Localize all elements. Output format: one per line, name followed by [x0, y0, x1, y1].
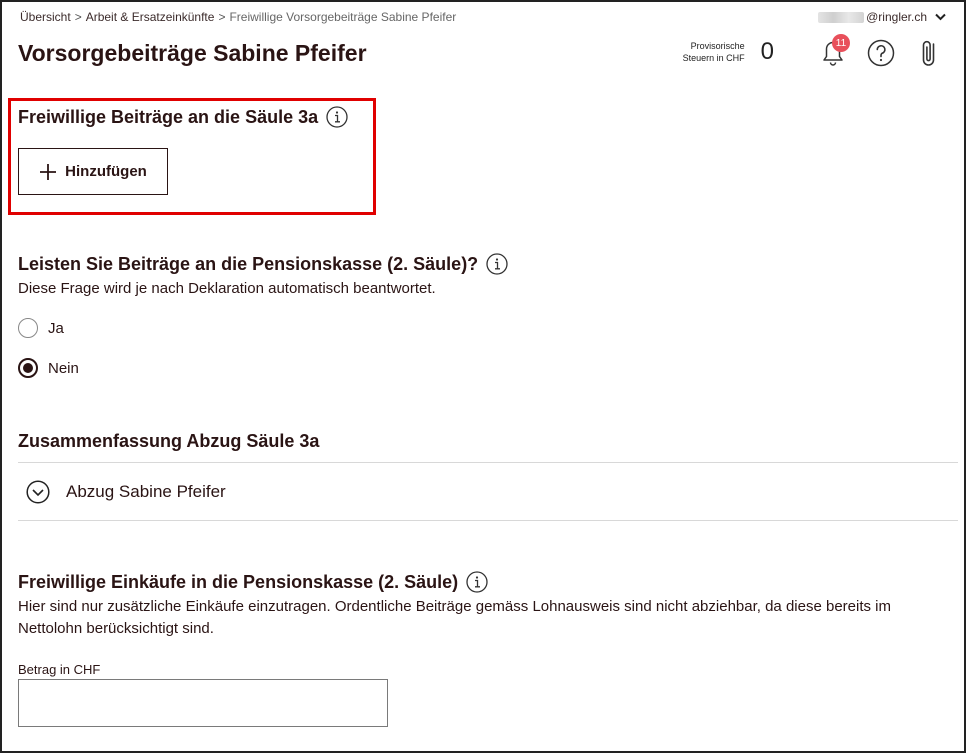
purchases-description: Hier sind nur zusätzliche Einkäufe einzu… — [18, 598, 891, 637]
radio-nein-label: Nein — [48, 359, 79, 377]
help-icon — [867, 39, 895, 67]
divider — [18, 520, 958, 521]
section-title-pk: Leisten Sie Beiträge an die Pensionskass… — [18, 253, 508, 275]
tax-label-line2: Steuern in CHF — [682, 53, 745, 63]
tax-value: 0 — [760, 38, 774, 65]
account-email-domain: @ringler.ch — [866, 10, 927, 24]
chevron-down-circle-icon — [26, 480, 50, 504]
tax-label-line1: Provisorische — [690, 41, 745, 51]
add-3a-button[interactable]: Hinzufügen — [18, 148, 168, 195]
help-button[interactable] — [866, 36, 896, 68]
amount-input[interactable] — [18, 679, 388, 727]
pk-hint: Diese Frage wird je nach Deklaration aut… — [18, 280, 436, 297]
info-icon[interactable] — [486, 253, 508, 275]
page-title: Vorsorgebeiträge Sabine Pfeifer — [18, 40, 367, 66]
summary-title-text: Zusammenfassung Abzug Säule 3a — [18, 431, 320, 451]
breadcrumb-item-overview[interactable]: Übersicht — [20, 10, 71, 24]
radio-nein[interactable] — [18, 358, 38, 378]
radio-ja-label: Ja — [48, 319, 64, 337]
breadcrumb-current: Freiwillige Vorsorgebeiträge Sabine Pfei… — [229, 10, 457, 24]
info-icon[interactable] — [466, 571, 488, 593]
radio-option-nein[interactable]: Nein — [18, 358, 79, 378]
breadcrumb: Übersicht > Arbeit & Ersatzeinkünfte > Freiw… — [20, 10, 456, 24]
header-tools: Provisorische Steuern in CHF 0 11 — [683, 34, 944, 68]
breadcrumb-item-work[interactable]: Arbeit & Ersatzeinkünfte — [86, 10, 215, 24]
summary-title: Zusammenfassung Abzug Säule 3a — [18, 431, 319, 452]
tax-label: Provisorische Steuern in CHF — [683, 40, 745, 64]
paperclip-icon — [922, 40, 935, 66]
add-3a-button-label: Hinzufügen — [65, 163, 147, 180]
summary-accordion-item[interactable]: Abzug Sabine Pfeifer — [26, 480, 226, 504]
info-icon[interactable] — [326, 106, 348, 128]
notifications-button[interactable]: 11 — [818, 34, 850, 68]
redacted-email-user — [818, 11, 865, 23]
radio-ja[interactable] — [18, 318, 38, 338]
section-title-purchases-text: Freiwillige Einkäufe in die Pensionskass… — [18, 571, 459, 592]
notification-badge: 11 — [832, 34, 850, 52]
section-title-purchases: Freiwillige Einkäufe in die Pensionskass… — [18, 571, 488, 593]
app-frame: Übersicht > Arbeit & Ersatzeinkünfte > Freiw… — [0, 0, 966, 753]
section-title-3a: Freiwillige Beiträge an die Säule 3a — [18, 106, 348, 128]
breadcrumb-separator: > — [74, 10, 82, 24]
radio-option-ja[interactable]: Ja — [18, 318, 64, 338]
account-menu[interactable]: @ringler.ch — [818, 10, 946, 24]
section-title-3a-text: Freiwillige Beiträge an die Säule 3a — [18, 106, 319, 127]
amount-label: Betrag in CHF — [18, 662, 101, 677]
attachments-button[interactable] — [914, 36, 944, 68]
plus-icon — [40, 163, 57, 180]
divider — [18, 462, 958, 463]
summary-item-label: Abzug Sabine Pfeifer — [66, 482, 226, 501]
chevron-down-icon — [935, 13, 946, 21]
section-title-pk-text: Leisten Sie Beiträge an die Pensionskass… — [18, 253, 479, 274]
breadcrumb-separator: > — [218, 10, 226, 24]
